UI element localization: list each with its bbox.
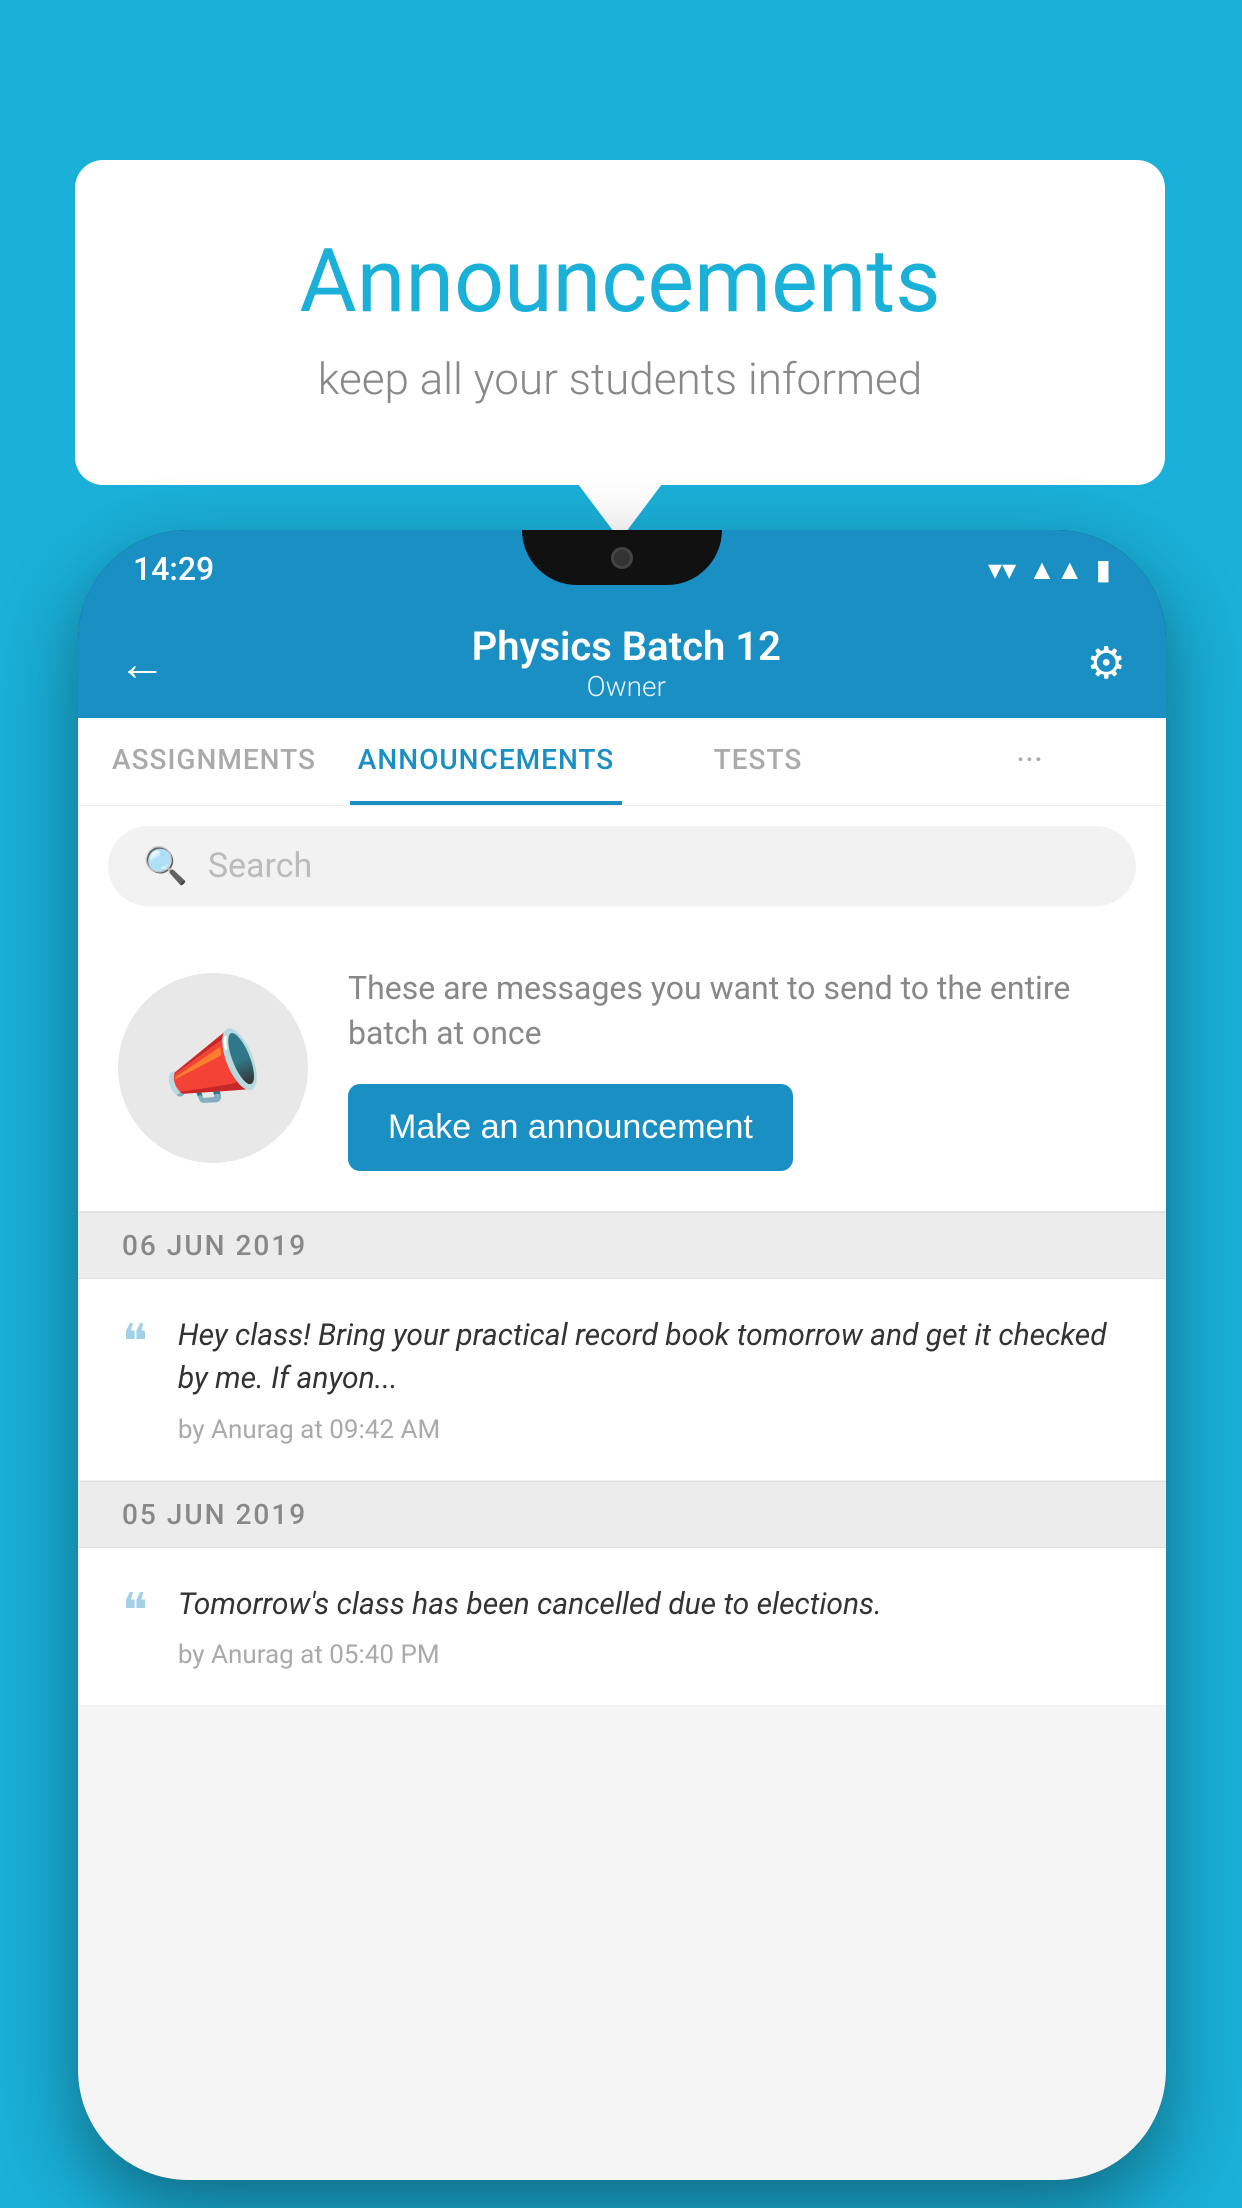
announcement-item-2[interactable]: ❝ Tomorrow's class has been cancelled du…: [78, 1548, 1166, 1707]
search-bar-container: 🔍 Search: [78, 806, 1166, 926]
batch-title: Physics Batch 12: [472, 623, 781, 670]
batch-role: Owner: [472, 670, 781, 703]
announcement-prompt: 📣 These are messages you want to send to…: [78, 926, 1166, 1212]
tab-assignments[interactable]: ASSIGNMENTS: [78, 718, 350, 805]
header-center: Physics Batch 12 Owner: [472, 623, 781, 703]
tab-more[interactable]: ···: [894, 718, 1166, 805]
announcement-meta-2: by Anurag at 05:40 PM: [178, 1640, 1122, 1670]
announcement-item-1[interactable]: ❝ Hey class! Bring your practical record…: [78, 1279, 1166, 1481]
prompt-right: These are messages you want to send to t…: [348, 966, 1126, 1171]
status-icons: ▾▾ ▲▲ ▮: [988, 553, 1111, 586]
search-icon: 🔍: [143, 845, 188, 887]
app-header: ← Physics Batch 12 Owner ⚙: [78, 608, 1166, 718]
battery-icon: ▮: [1096, 553, 1111, 586]
tab-announcements[interactable]: ANNOUNCEMENTS: [350, 718, 622, 805]
make-announcement-button[interactable]: Make an announcement: [348, 1084, 793, 1171]
quote-icon-2: ❝: [122, 1587, 148, 1635]
search-bar[interactable]: 🔍 Search: [108, 826, 1136, 906]
back-button[interactable]: ←: [118, 635, 166, 692]
header-card-title: Announcements: [155, 230, 1085, 333]
announcement-meta-1: by Anurag at 09:42 AM: [178, 1415, 1122, 1445]
date-divider-1: 06 JUN 2019: [78, 1212, 1166, 1279]
header-card: Announcements keep all your students inf…: [75, 160, 1165, 485]
date-divider-2: 05 JUN 2019: [78, 1481, 1166, 1548]
content-area: 🔍 Search 📣 These are messages you want t…: [78, 806, 1166, 2180]
camera: [611, 547, 633, 569]
megaphone-circle: 📣: [118, 973, 308, 1163]
announcement-message-1: Hey class! Bring your practical record b…: [178, 1314, 1122, 1401]
announcement-content-2: Tomorrow's class has been cancelled due …: [178, 1583, 1122, 1671]
megaphone-icon: 📣: [163, 1021, 263, 1115]
wifi-icon: ▾▾: [988, 553, 1016, 586]
phone-mockup: 14:29 ▾▾ ▲▲ ▮ ← Physics Batch 12 Owner ⚙…: [78, 530, 1166, 2180]
notch: [522, 530, 722, 585]
tab-tests[interactable]: TESTS: [622, 718, 894, 805]
search-placeholder: Search: [208, 846, 312, 886]
status-bar: 14:29 ▾▾ ▲▲ ▮: [78, 530, 1166, 608]
signal-icon: ▲▲: [1028, 553, 1083, 586]
quote-icon-1: ❝: [122, 1318, 148, 1366]
header-card-subtitle: keep all your students informed: [155, 353, 1085, 405]
settings-icon[interactable]: ⚙: [1087, 637, 1126, 689]
tabs-bar: ASSIGNMENTS ANNOUNCEMENTS TESTS ···: [78, 718, 1166, 806]
status-time: 14:29: [133, 550, 214, 588]
prompt-description: These are messages you want to send to t…: [348, 966, 1126, 1056]
announcement-content-1: Hey class! Bring your practical record b…: [178, 1314, 1122, 1445]
announcement-message-2: Tomorrow's class has been cancelled due …: [178, 1583, 1122, 1627]
